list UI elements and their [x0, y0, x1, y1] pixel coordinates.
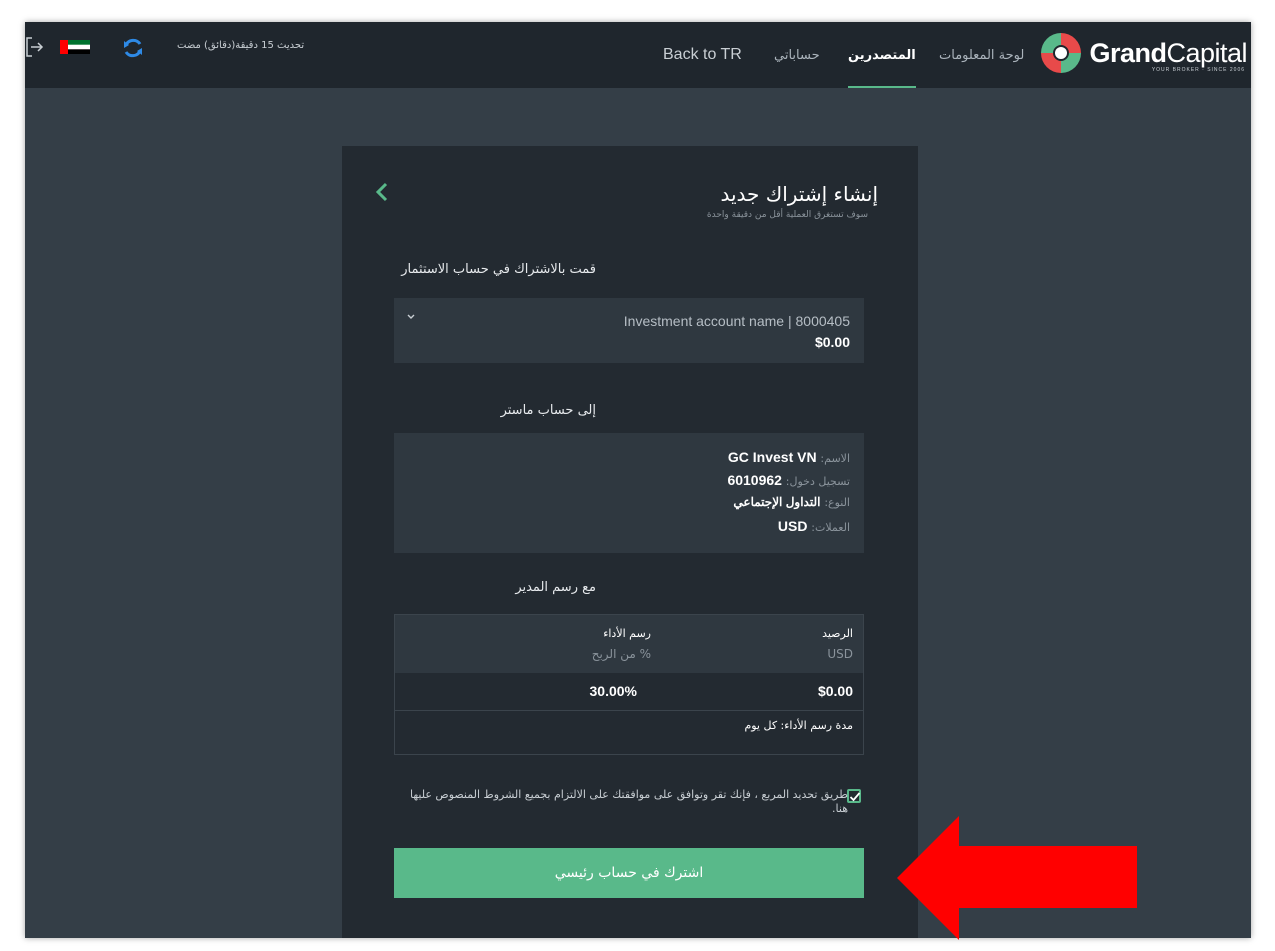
terms-checkbox[interactable]: [847, 789, 861, 803]
last-update-text: تحديث 15 دقيقة(دقائق) مضت: [177, 40, 305, 51]
master-section-label: إلى حساب ماستر: [500, 403, 596, 418]
grandcapital-logo[interactable]: GrandCapital YOUR BROKER · SINCE 2006: [1039, 28, 1247, 78]
brand-tagline: YOUR BROKER · SINCE 2006: [1151, 67, 1245, 73]
fee-balance-value: $0.00: [817, 683, 853, 699]
nav-dashboard[interactable]: لوحة المعلومات: [939, 22, 1024, 88]
chevron-down-icon: [407, 314, 415, 319]
master-login-value: 6010962: [727, 472, 782, 488]
refresh-icon[interactable]: [121, 36, 145, 60]
new-subscription-card: إنشاء إشتراك جديد سوف تستغرق العملية أقل…: [342, 146, 918, 938]
master-login-row: تسجيل دخول: 6010962: [727, 472, 850, 488]
logo-mark-icon: [1039, 31, 1083, 75]
master-type-value: التداول الإجتماعي: [733, 495, 821, 509]
top-navigation-bar: GrandCapital YOUR BROKER · SINCE 2006 لو…: [25, 22, 1251, 88]
investment-account-select[interactable]: Investment account name | 8000405 $0.00: [394, 298, 864, 363]
fee-values-row: $0.00 30.00%: [395, 673, 863, 711]
master-name-row: الاسم: GC Invest VN: [728, 449, 850, 465]
brand-name: GrandCapital: [1089, 37, 1247, 68]
nav-back-to-tr[interactable]: Back to TR: [663, 22, 742, 88]
performance-fee-sub: % من الربح: [591, 647, 651, 661]
nav-my-accounts[interactable]: حساباتي: [774, 22, 820, 88]
balance-column-header: الرصيد: [822, 627, 853, 640]
uae-flag-icon[interactable]: [60, 40, 90, 54]
terms-text: طريق تحديد المربع ، فإنك تقر وتوافق على …: [409, 788, 848, 815]
fee-section-label: مع رسم المدير: [515, 580, 596, 595]
investment-account-balance: $0.00: [814, 334, 850, 350]
fee-table-header: الرصيد USD رسم الأداء % من الربح: [395, 615, 863, 673]
app-window: GrandCapital YOUR BROKER · SINCE 2006 لو…: [25, 22, 1251, 938]
master-currency-key: العملات:: [811, 521, 850, 534]
master-login-key: تسجيل دخول:: [785, 475, 850, 488]
fee-period-text: مدة رسم الأداء: كل يوم: [744, 719, 853, 732]
subscribe-master-button[interactable]: اشترك في حساب رئيسي: [394, 848, 864, 898]
master-type-key: النوع:: [824, 496, 850, 509]
investment-section-label: قمت بالاشتراك في حساب الاستثمار: [401, 262, 596, 277]
performance-fee-header: رسم الأداء: [603, 627, 651, 640]
page-title: إنشاء إشتراك جديد: [720, 182, 878, 206]
fee-table: الرصيد USD رسم الأداء % من الربح $0.00 3…: [394, 614, 864, 755]
red-arrow-annotation: [897, 816, 1137, 940]
master-type-row: النوع: التداول الإجتماعي: [733, 495, 850, 509]
nav-leaders[interactable]: المتصدرين: [848, 22, 916, 88]
checkmark-icon: [849, 792, 861, 802]
page-subtitle: سوف تستغرق العملية أقل من دقيقة واحدة: [706, 210, 868, 220]
performance-fee-value: 30.00%: [589, 683, 637, 699]
master-name-key: الاسم:: [820, 452, 850, 465]
back-chevron-icon[interactable]: [374, 180, 390, 204]
master-currency-row: العملات: USD: [778, 518, 850, 534]
master-name-value: GC Invest VN: [727, 449, 817, 465]
master-currency-value: USD: [777, 518, 808, 534]
logout-icon[interactable]: [25, 36, 45, 58]
balance-column-sub: USD: [827, 647, 853, 661]
investment-account-name: Investment account name | 8000405: [623, 313, 850, 329]
master-account-info: الاسم: GC Invest VN تسجيل دخول: 6010962 …: [394, 433, 864, 553]
